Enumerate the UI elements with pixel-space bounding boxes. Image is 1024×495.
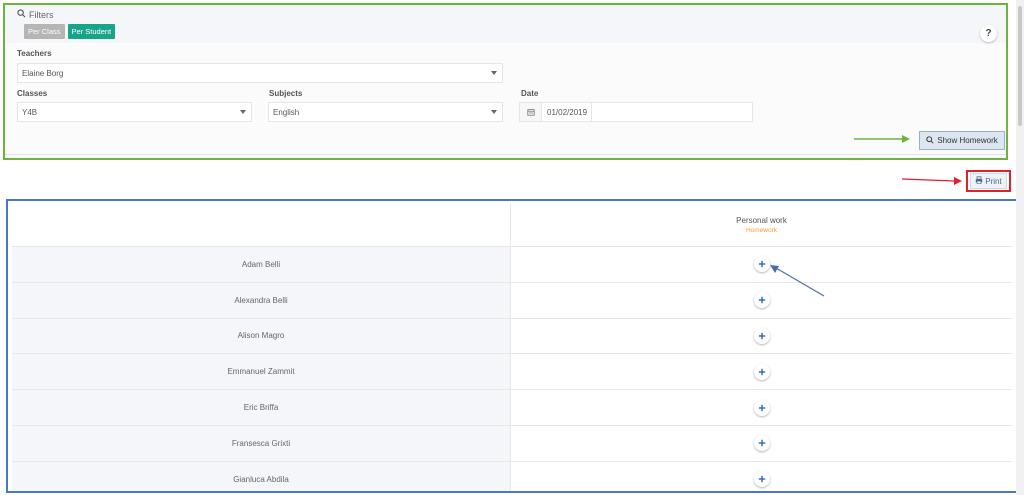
calendar-icon[interactable]	[520, 103, 542, 121]
student-name: Adam Belli	[12, 247, 511, 282]
filters-title-text: Filters	[29, 9, 54, 20]
blue-arrow-annotation	[770, 265, 825, 297]
homework-cell	[511, 282, 1012, 318]
table-row: Fransesca Grixti	[12, 425, 1012, 462]
show-homework-button[interactable]: Show Homework	[919, 131, 1005, 150]
add-homework-button[interactable]	[753, 471, 770, 488]
table-row: Alison Magro	[12, 318, 1012, 355]
table-row: Emmanuel Zammit	[12, 354, 1012, 391]
show-homework-label: Show Homework	[937, 136, 998, 145]
plus-icon	[758, 475, 765, 483]
plus-icon	[758, 404, 765, 411]
subjects-label: Subjects	[269, 89, 303, 98]
teachers-select[interactable]: Elaine Borg	[17, 63, 503, 83]
classes-label: Classes	[17, 89, 48, 98]
plus-icon	[758, 368, 765, 375]
column-title: Personal work	[736, 215, 787, 225]
add-homework-button[interactable]	[753, 363, 770, 380]
student-name: Fransesca Grixti	[12, 425, 511, 461]
table-header: Personal work Homework	[12, 203, 1012, 247]
table-row: Alexandra Belli	[12, 282, 1012, 319]
table-row: Eric Briffa	[12, 390, 1012, 426]
help-button[interactable]: ?	[980, 25, 997, 42]
plus-icon	[758, 296, 765, 304]
homework-table-frame: Personal work Homework Adam Belli Alexan…	[6, 199, 1018, 493]
chevron-down-icon	[240, 110, 246, 114]
filters-title: Filters	[17, 9, 54, 20]
chevron-down-icon	[491, 71, 497, 75]
homework-cell	[511, 247, 1012, 282]
plus-icon	[758, 440, 765, 447]
teachers-label: Teachers	[17, 49, 52, 58]
homework-cell	[511, 354, 1012, 390]
student-column-header	[12, 203, 511, 246]
search-icon	[17, 9, 26, 20]
add-homework-button[interactable]	[753, 399, 770, 416]
classes-select[interactable]: Y4B	[17, 102, 252, 122]
plus-icon	[758, 332, 765, 340]
student-name: Eric Briffa	[12, 390, 511, 425]
view-toggle-group: Per Class Per Student	[24, 24, 116, 39]
table-row: Gianluca Abdila	[12, 461, 1012, 491]
date-value: 01/02/2019	[542, 103, 593, 121]
red-arrow-annotation	[901, 177, 962, 185]
search-icon	[926, 135, 934, 146]
add-homework-button[interactable]	[753, 435, 770, 452]
homework-cell	[511, 318, 1012, 354]
per-student-toggle[interactable]: Per Student	[67, 24, 116, 39]
subjects-select[interactable]: English	[268, 102, 503, 122]
homework-cell	[511, 390, 1012, 425]
student-name: Alexandra Belli	[12, 282, 511, 318]
per-class-toggle[interactable]: Per Class	[24, 24, 65, 39]
personal-work-column-header: Personal work Homework	[511, 203, 1012, 246]
scrollbar-thumb[interactable]	[1018, 6, 1022, 126]
add-homework-button[interactable]	[753, 327, 770, 344]
green-arrow-annotation	[854, 135, 910, 143]
column-subtitle: Homework	[745, 226, 778, 234]
classes-select-value: Y4B	[22, 107, 38, 117]
plus-icon	[758, 261, 765, 268]
student-name: Alison Magro	[12, 318, 511, 354]
print-button[interactable]: Print	[970, 173, 1007, 189]
filters-divider	[5, 154, 1006, 155]
filters-header: Filters Per Class Per Student ?	[5, 5, 1006, 43]
table-row: Adam Belli	[12, 247, 1012, 283]
homework-table: Personal work Homework Adam Belli Alexan…	[12, 203, 1012, 491]
date-input[interactable]: 01/02/2019	[519, 102, 753, 122]
printer-icon	[975, 176, 983, 186]
student-name: Emmanuel Zammit	[12, 354, 511, 390]
chevron-down-icon	[491, 110, 497, 114]
date-label: Date	[521, 89, 539, 98]
print-label: Print	[985, 176, 1002, 186]
teachers-select-value: Elaine Borg	[22, 68, 64, 78]
homework-cell	[511, 425, 1012, 461]
homework-cell	[511, 461, 1012, 491]
subjects-select-value: English	[273, 107, 300, 117]
student-name: Gianluca Abdila	[12, 461, 511, 491]
